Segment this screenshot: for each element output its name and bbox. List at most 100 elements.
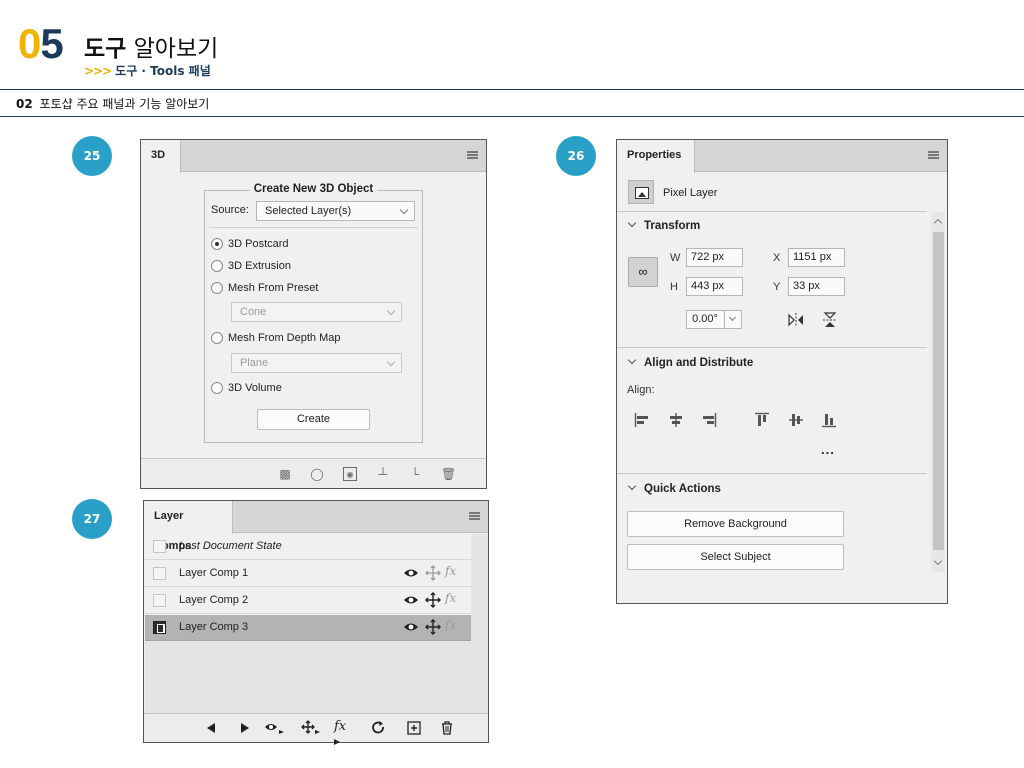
material-icon[interactable]: ◉: [343, 467, 357, 481]
panel-layer-comps: Layer Comps Last Document State Layer Co…: [143, 500, 489, 745]
chapter-number: 05: [18, 20, 64, 67]
chevron-down-icon: [627, 355, 637, 365]
light-bulb-icon[interactable]: ◯: [310, 467, 324, 481]
chevron-down-icon: [399, 205, 409, 215]
flip-vertical-icon[interactable]: [822, 311, 838, 329]
layer-comps-footer: fx: [144, 713, 488, 745]
align-top-edges-icon[interactable]: [754, 412, 770, 428]
radio-icon: [211, 282, 223, 294]
panel-3d: 3D Create New 3D Object Source: Selected…: [140, 139, 487, 489]
align-bottom-edges-icon[interactable]: [821, 412, 837, 428]
flip-horizontal-icon[interactable]: [787, 312, 805, 328]
pixel-layer-icon: [628, 180, 654, 204]
remove-background-button[interactable]: Remove Background: [627, 511, 844, 537]
chevron-down-icon: [386, 357, 396, 367]
apply-checkbox[interactable]: [153, 621, 166, 634]
panel-menu-icon[interactable]: [928, 151, 939, 159]
refresh-icon[interactable]: [369, 720, 387, 736]
align-horizontal-centers-icon[interactable]: [668, 412, 684, 428]
position-icon: [425, 619, 441, 635]
radio-3d-volume[interactable]: 3D Volume: [211, 381, 282, 395]
width-field[interactable]: 722 px: [686, 248, 743, 267]
align-vertical-centers-icon[interactable]: [788, 412, 804, 428]
radio-icon: [211, 260, 223, 272]
transform-section-header[interactable]: Transform: [627, 218, 700, 232]
appearance-fx-icon[interactable]: fx: [445, 564, 456, 578]
position-icon: [425, 592, 441, 608]
create-3d-group: Create New 3D Object Source: Selected La…: [204, 183, 423, 443]
source-label: Source:: [211, 204, 249, 216]
panel-menu-icon[interactable]: [467, 151, 478, 159]
scrollbar-thumb[interactable]: [933, 232, 944, 550]
appearance-fx-icon[interactable]: fx: [445, 591, 456, 605]
layer-comp-row-last-state[interactable]: Last Document State: [145, 534, 471, 560]
radio-mesh-from-depth-map[interactable]: Mesh From Depth Map: [211, 331, 340, 345]
trash-icon[interactable]: [439, 720, 457, 736]
layer-comps-scrollbar[interactable]: [471, 534, 488, 714]
apply-checkbox[interactable]: [153, 567, 166, 580]
chevron-down-icon: [386, 306, 396, 316]
panel-tab-strip: [141, 140, 486, 172]
group-title: Create New 3D Object: [249, 183, 378, 195]
new-comp-icon[interactable]: [406, 720, 424, 736]
select-subject-button[interactable]: Select Subject: [627, 544, 844, 570]
chapter-subtitle: >>> 도구 · Tools 패널: [84, 64, 211, 78]
radio-icon: [211, 332, 223, 344]
badge-27: 27: [72, 499, 112, 539]
radio-3d-postcard[interactable]: 3D Postcard: [211, 237, 289, 251]
properties-scrollbar[interactable]: [931, 212, 945, 572]
next-comp-icon[interactable]: [236, 720, 254, 736]
align-label: Align:: [627, 384, 655, 396]
depth-map-select[interactable]: Plane: [231, 353, 402, 373]
quick-actions-section-header[interactable]: Quick Actions: [627, 481, 721, 495]
update-appearance-icon[interactable]: fx: [334, 720, 352, 745]
chapter-title: 도구 알아보기: [84, 35, 219, 62]
badge-26: 26: [556, 136, 596, 176]
tab-3d[interactable]: 3D: [141, 140, 181, 173]
chevron-down-icon: [627, 218, 637, 228]
angle-field[interactable]: 0.00°: [686, 310, 742, 329]
height-field[interactable]: 443 px: [686, 277, 743, 296]
visibility-icon: [404, 569, 418, 577]
update-visibility-icon[interactable]: [264, 720, 284, 736]
badge-25: 25: [72, 136, 112, 176]
ground-icon[interactable]: ┴: [376, 467, 390, 481]
appearance-fx-icon[interactable]: fx: [445, 618, 456, 632]
previous-comp-icon[interactable]: [202, 720, 220, 736]
source-select[interactable]: Selected Layer(s): [256, 201, 415, 221]
link-proportions-icon[interactable]: ∞: [628, 257, 658, 287]
layer-comp-row[interactable]: Layer Comp 2 fx: [145, 588, 471, 614]
radio-icon: [211, 382, 223, 394]
update-position-icon[interactable]: [300, 720, 320, 736]
apply-checkbox[interactable]: [153, 594, 166, 607]
align-section-header[interactable]: Align and Distribute: [627, 355, 753, 369]
align-right-edges-icon[interactable]: [701, 412, 717, 428]
camera-icon[interactable]: └: [408, 467, 422, 481]
trash-icon[interactable]: 🗑: [441, 467, 456, 481]
angle-dropdown[interactable]: [724, 311, 741, 328]
layer-comp-row-selected[interactable]: Layer Comp 3 fx: [145, 615, 471, 641]
visibility-icon: [404, 623, 418, 631]
chevron-down-icon[interactable]: [933, 556, 943, 566]
x-field[interactable]: 1151 px: [788, 248, 845, 267]
y-label: Y: [773, 281, 781, 293]
tab-properties[interactable]: Properties: [617, 140, 695, 173]
layer-comp-row[interactable]: Layer Comp 1 fx: [145, 561, 471, 587]
apply-checkbox[interactable]: [153, 540, 166, 553]
more-options-icon[interactable]: ...: [821, 443, 835, 456]
layer-comps-empty-area: [145, 641, 471, 714]
y-field[interactable]: 33 px: [788, 277, 845, 296]
visibility-icon: [404, 596, 418, 604]
radio-3d-extrusion[interactable]: 3D Extrusion: [211, 259, 291, 273]
align-left-edges-icon[interactable]: [634, 412, 650, 428]
tab-layer-comps[interactable]: Layer Comps: [144, 501, 233, 552]
radio-mesh-from-preset[interactable]: Mesh From Preset: [211, 281, 318, 295]
preset-select[interactable]: Cone: [231, 302, 402, 322]
panel-menu-icon[interactable]: [469, 512, 480, 520]
h-label: H: [670, 281, 678, 293]
chevron-up-icon[interactable]: [933, 218, 943, 228]
panel-3d-footer: ▩ ◯ ◉ ┴ └ 🗑: [141, 458, 486, 488]
chevron-down-icon: [627, 481, 637, 491]
create-button[interactable]: Create: [257, 409, 370, 430]
database-icon[interactable]: ▩: [278, 467, 292, 481]
